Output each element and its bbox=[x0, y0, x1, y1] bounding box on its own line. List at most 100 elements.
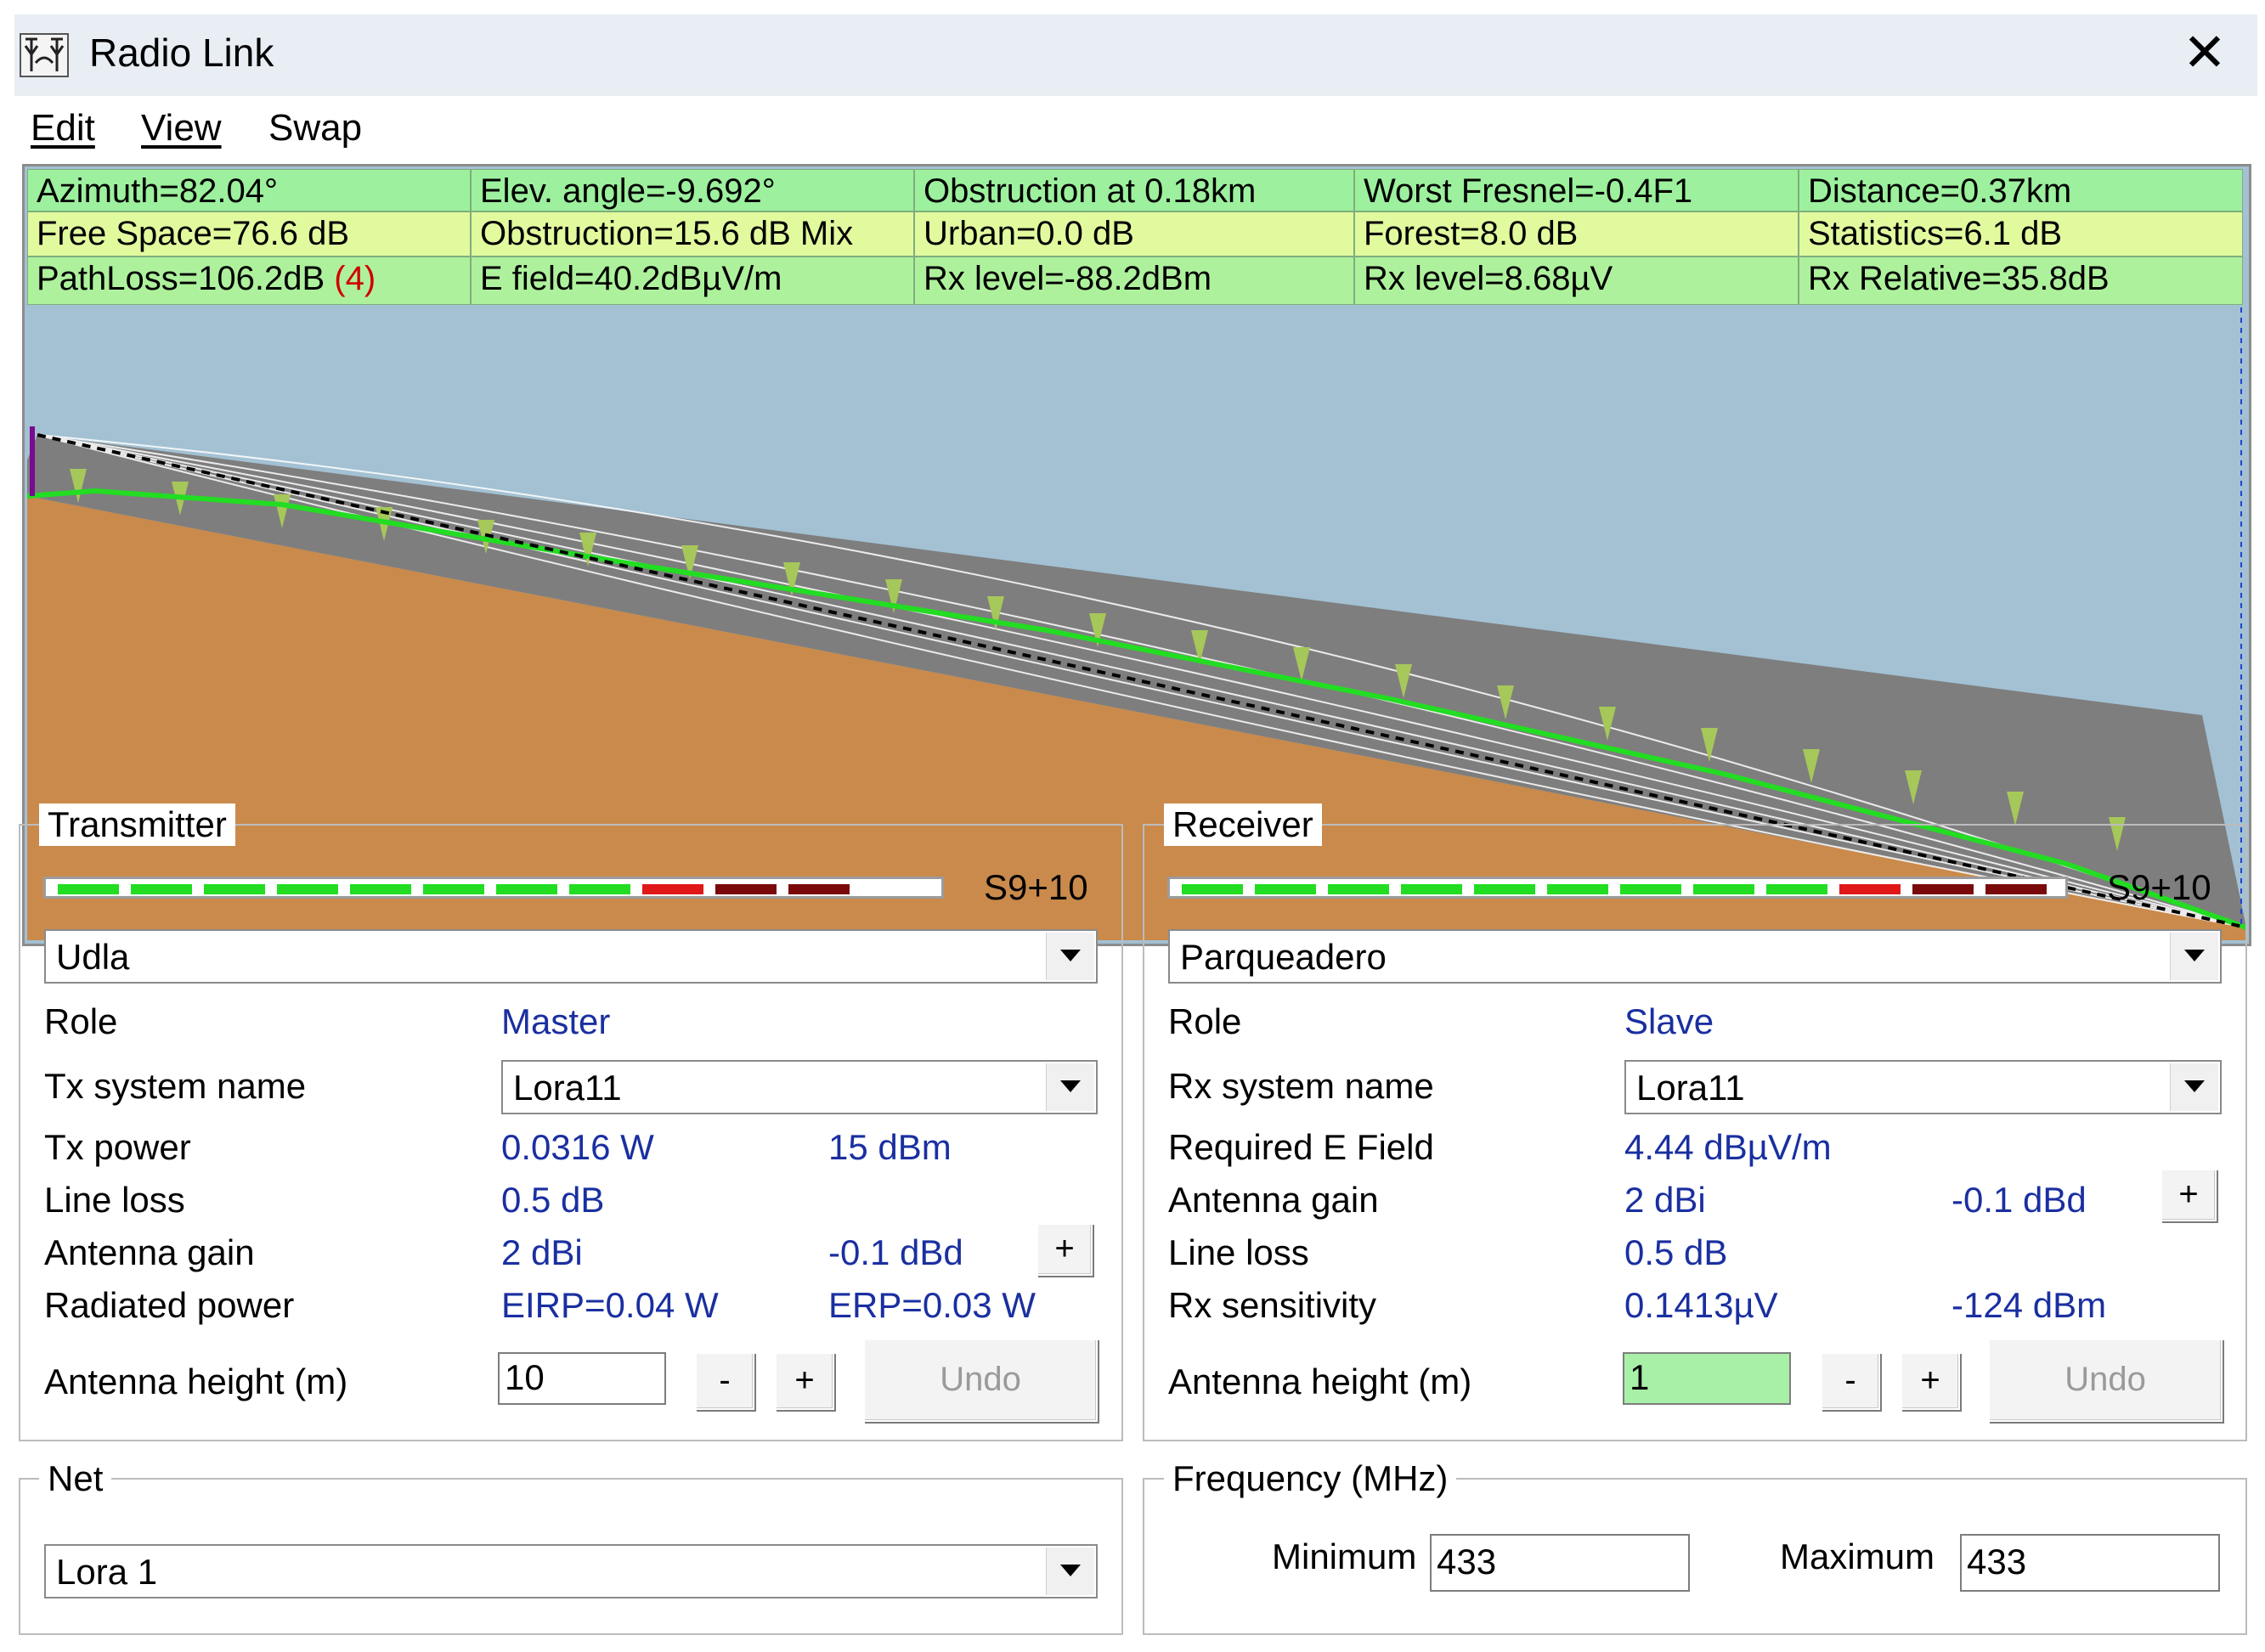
forest-loss-value: Forest=8.0 dB bbox=[1354, 211, 1799, 257]
meter-segment bbox=[1766, 884, 1827, 894]
meter-segment bbox=[1182, 884, 1243, 894]
tx-radiated-label: Radiated power bbox=[44, 1285, 295, 1325]
elevation-angle-value: Elev. angle=-9.692° bbox=[471, 169, 914, 211]
chevron-down-icon[interactable] bbox=[1046, 1548, 1094, 1595]
frequency-max-input[interactable]: 433 bbox=[1960, 1534, 2220, 1592]
meter-segment bbox=[1547, 884, 1608, 894]
meter-segment bbox=[788, 884, 850, 894]
meter-segment bbox=[1985, 884, 2047, 894]
tx-power-w: 0.0316 W bbox=[501, 1127, 654, 1167]
meter-segment bbox=[642, 884, 703, 894]
tx-eirp-value: EIRP=0.04 W bbox=[501, 1285, 719, 1325]
tx-height-input[interactable]: 10 bbox=[498, 1352, 666, 1405]
close-icon[interactable]: ✕ bbox=[2171, 27, 2239, 83]
rx-role-value: Slave bbox=[1624, 1001, 1714, 1041]
tx-lineloss-label: Line loss bbox=[44, 1180, 185, 1220]
frequency-min-input[interactable]: 433 bbox=[1430, 1534, 1690, 1592]
meter-segment bbox=[131, 884, 192, 894]
meter-segment bbox=[1328, 884, 1389, 894]
statistics-loss-value: Statistics=6.1 dB bbox=[1799, 211, 2243, 257]
obstruction-distance-value: Obstruction at 0.18km bbox=[914, 169, 1354, 211]
meter-segment bbox=[496, 884, 557, 894]
tx-gain-dbi: 2 dBi bbox=[501, 1232, 583, 1272]
rx-level-dbm-value: Rx level=-88.2dBm bbox=[914, 257, 1354, 305]
chevron-down-icon[interactable] bbox=[2170, 1063, 2218, 1111]
chevron-down-icon[interactable] bbox=[1046, 1063, 1094, 1111]
rx-height-label: Antenna height (m) bbox=[1168, 1362, 1472, 1401]
rx-signal-meter bbox=[1167, 877, 2068, 899]
rx-gain-label: Antenna gain bbox=[1168, 1180, 1379, 1220]
pathloss-tag: (4) bbox=[334, 260, 376, 297]
obstruction-loss-value: Obstruction=15.6 dB Mix bbox=[471, 211, 914, 257]
menu-view[interactable]: View bbox=[141, 103, 222, 154]
e-field-value: E field=40.2dBµV/m bbox=[471, 257, 914, 305]
rx-height-decrement-button[interactable]: - bbox=[1821, 1352, 1880, 1410]
rx-system-label: Rx system name bbox=[1168, 1066, 1434, 1106]
meter-segment bbox=[1912, 884, 1974, 894]
meter-segment bbox=[204, 884, 265, 894]
frequency-min-label: Minimum bbox=[1272, 1536, 1417, 1576]
rx-height-increment-button[interactable]: + bbox=[1901, 1352, 1960, 1410]
free-space-value: Free Space=76.6 dB bbox=[27, 211, 471, 257]
meter-segment bbox=[423, 884, 484, 894]
tx-power-label: Tx power bbox=[44, 1127, 191, 1167]
tx-height-label: Antenna height (m) bbox=[44, 1362, 348, 1401]
chevron-down-icon[interactable] bbox=[1046, 933, 1094, 980]
rx-undo-button[interactable]: Undo bbox=[1988, 1339, 2223, 1422]
meter-segment bbox=[1693, 884, 1754, 894]
rx-antenna-add-button[interactable]: + bbox=[2161, 1169, 2217, 1221]
tx-gain-label: Antenna gain bbox=[44, 1232, 255, 1272]
tx-signal-meter bbox=[43, 877, 944, 899]
meter-segment bbox=[569, 884, 630, 894]
tx-role-value: Master bbox=[501, 1001, 611, 1041]
tx-antenna-add-button[interactable]: + bbox=[1036, 1223, 1093, 1276]
tx-system-dropdown[interactable]: Lora11 bbox=[501, 1060, 1098, 1114]
urban-loss-value: Urban=0.0 dB bbox=[914, 211, 1354, 257]
tx-smeter-label: S9+10 bbox=[984, 867, 1088, 907]
tx-height-decrement-button[interactable]: - bbox=[695, 1352, 754, 1410]
meter-segment bbox=[1255, 884, 1316, 894]
rx-sensitivity-dbm: -124 dBm bbox=[1952, 1285, 2107, 1325]
tx-undo-button[interactable]: Undo bbox=[863, 1339, 1098, 1422]
meter-segment bbox=[1839, 884, 1901, 894]
meter-segment bbox=[1401, 884, 1462, 894]
tx-lineloss-value: 0.5 dB bbox=[501, 1180, 605, 1220]
menu-edit[interactable]: Edit bbox=[31, 103, 95, 154]
rx-efield-label: Required E Field bbox=[1168, 1127, 1434, 1167]
frequency-title: Frequency (MHz) bbox=[1164, 1457, 1457, 1500]
rx-lineloss-label: Line loss bbox=[1168, 1232, 1309, 1272]
tx-height-increment-button[interactable]: + bbox=[775, 1352, 834, 1410]
rx-efield-value: 4.44 dBµV/m bbox=[1624, 1127, 1832, 1167]
rx-sensitivity-uv: 0.1413µV bbox=[1624, 1285, 1778, 1325]
meter-segment bbox=[1620, 884, 1681, 894]
receiver-title: Receiver bbox=[1164, 803, 1322, 846]
transmitter-title: Transmitter bbox=[39, 803, 235, 846]
meter-segment bbox=[1474, 884, 1535, 894]
tx-erp-value: ERP=0.03 W bbox=[828, 1285, 1036, 1325]
menu-swap[interactable]: Swap bbox=[268, 103, 362, 154]
azimuth-value: Azimuth=82.04° bbox=[27, 169, 471, 211]
rx-site-dropdown[interactable]: Parqueadero bbox=[1168, 929, 2222, 984]
title-bar bbox=[14, 14, 2257, 96]
rx-smeter-label: S9+10 bbox=[2107, 867, 2211, 907]
tx-site-dropdown[interactable]: Udla bbox=[44, 929, 1098, 984]
rx-sensitivity-label: Rx sensitivity bbox=[1168, 1285, 1377, 1325]
rx-lineloss-value: 0.5 dB bbox=[1624, 1232, 1728, 1272]
tx-power-dbm: 15 dBm bbox=[828, 1127, 952, 1167]
distance-value: Distance=0.37km bbox=[1799, 169, 2243, 211]
rx-gain-dbd: -0.1 dBd bbox=[1952, 1180, 2087, 1220]
window-title: Radio Link bbox=[89, 31, 274, 75]
rx-level-uv-value: Rx level=8.68µV bbox=[1354, 257, 1799, 305]
chevron-down-icon[interactable] bbox=[2170, 933, 2218, 980]
tx-role-label: Role bbox=[44, 1001, 118, 1041]
rx-system-dropdown[interactable]: Lora11 bbox=[1624, 1060, 2222, 1114]
net-dropdown[interactable]: Lora 1 bbox=[44, 1544, 1098, 1598]
rx-height-input[interactable]: 1 bbox=[1623, 1352, 1791, 1405]
frequency-max-label: Maximum bbox=[1780, 1536, 1935, 1576]
tx-gain-dbd: -0.1 dBd bbox=[828, 1232, 963, 1272]
pathloss-value: PathLoss=106.2dB (4) bbox=[27, 257, 471, 305]
meter-segment bbox=[58, 884, 119, 894]
rx-role-label: Role bbox=[1168, 1001, 1242, 1041]
meter-segment bbox=[715, 884, 777, 894]
rx-relative-value: Rx Relative=35.8dB bbox=[1799, 257, 2243, 305]
